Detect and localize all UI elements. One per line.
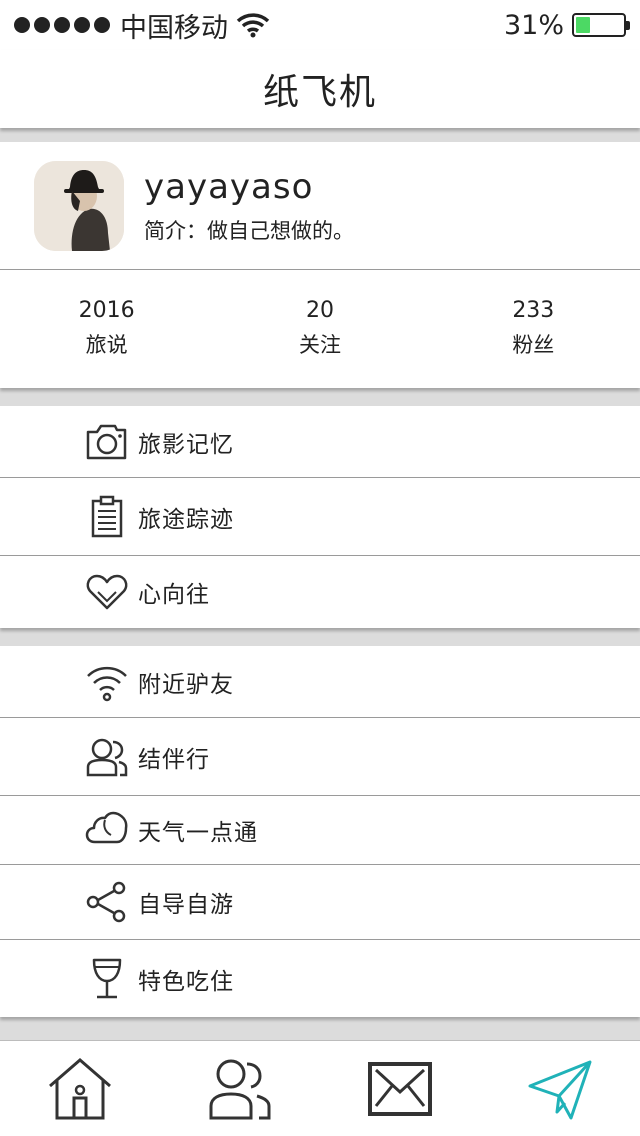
menu-label: 旅影记忆	[138, 431, 234, 458]
tab-home[interactable]	[0, 1056, 160, 1122]
nav-bar: 纸飞机	[0, 50, 640, 128]
menu-label: 天气一点通	[138, 820, 258, 846]
menu-label: 自导自游	[138, 892, 234, 918]
profile-bio: 简介：做自己想做的。	[144, 218, 354, 243]
cloud-icon	[84, 808, 130, 852]
stat-following[interactable]: 20 关注	[213, 298, 426, 359]
carrier-name: 中国移动	[120, 12, 228, 44]
home-icon	[49, 1057, 111, 1119]
clipboard-icon	[84, 495, 130, 539]
profile-header[interactable]: yayayaso 简介：做自己想做的。	[0, 142, 640, 270]
tab-paper-plane[interactable]	[480, 1056, 640, 1122]
wifi-status-icon	[236, 13, 270, 38]
stat-label: 关注	[298, 333, 341, 357]
share-icon	[84, 880, 130, 924]
menu-item-travel-trail[interactable]: 旅途踪迹	[0, 478, 640, 556]
mail-icon	[368, 1061, 432, 1116]
menu-item-wishlist[interactable]: 心向往	[0, 556, 640, 628]
menu-item-nearby-travelers[interactable]: 附近驴友	[0, 646, 640, 718]
menu-item-photo-memories[interactable]: 旅影记忆	[0, 406, 640, 478]
stat-label: 粉丝	[512, 333, 555, 357]
stat-value: 233	[512, 298, 555, 323]
avatar-portrait-icon	[34, 160, 124, 251]
menu-group-memories: 旅影记忆 旅途踪迹 心向往	[0, 406, 640, 628]
friends-icon	[209, 1059, 271, 1119]
heart-icon	[84, 570, 130, 614]
username: yayayaso	[144, 166, 314, 207]
profile-stats: 2016 旅说 20 关注 233 粉丝	[0, 270, 640, 387]
profile-card: yayayaso 简介：做自己想做的。 2016 旅说 20 关注 233 粉丝	[0, 142, 640, 388]
stat-value: 20	[305, 298, 334, 323]
paper-plane-icon	[528, 1060, 592, 1119]
users-icon	[84, 735, 130, 779]
wine-glass-icon	[84, 957, 130, 1001]
battery-level	[576, 17, 591, 33]
avatar[interactable]	[34, 160, 124, 251]
menu-item-local-food-stay[interactable]: 特色吃住	[0, 940, 640, 1017]
signal-strength-icon	[14, 17, 110, 33]
camera-icon	[84, 420, 130, 464]
menu-label: 结伴行	[138, 746, 210, 773]
wifi-icon	[84, 660, 130, 704]
menu-label: 特色吃住	[138, 968, 234, 995]
menu-item-travel-companions[interactable]: 结伴行	[0, 718, 640, 796]
stat-value: 2016	[78, 298, 135, 323]
menu-group-services: 附近驴友 结伴行 天气一点通 自导自游 特色吃住	[0, 646, 640, 1017]
battery-icon	[572, 13, 630, 37]
battery-percent: 31%	[503, 9, 564, 41]
menu-label: 附近驴友	[138, 671, 234, 698]
menu-label: 旅途踪迹	[138, 506, 234, 533]
tab-messages[interactable]	[320, 1056, 480, 1122]
menu-item-weather[interactable]: 天气一点通	[0, 796, 640, 865]
menu-label: 心向往	[138, 582, 210, 608]
status-bar: 中国移动 31%	[0, 0, 640, 50]
stat-posts[interactable]: 2016 旅说	[0, 298, 213, 359]
page-title: 纸飞机	[262, 72, 377, 113]
stat-label: 旅说	[85, 333, 128, 357]
tab-friends[interactable]	[160, 1056, 320, 1122]
menu-item-self-guided-tour[interactable]: 自导自游	[0, 865, 640, 940]
tab-bar	[0, 1040, 640, 1136]
stat-followers[interactable]: 233 粉丝	[427, 298, 640, 359]
